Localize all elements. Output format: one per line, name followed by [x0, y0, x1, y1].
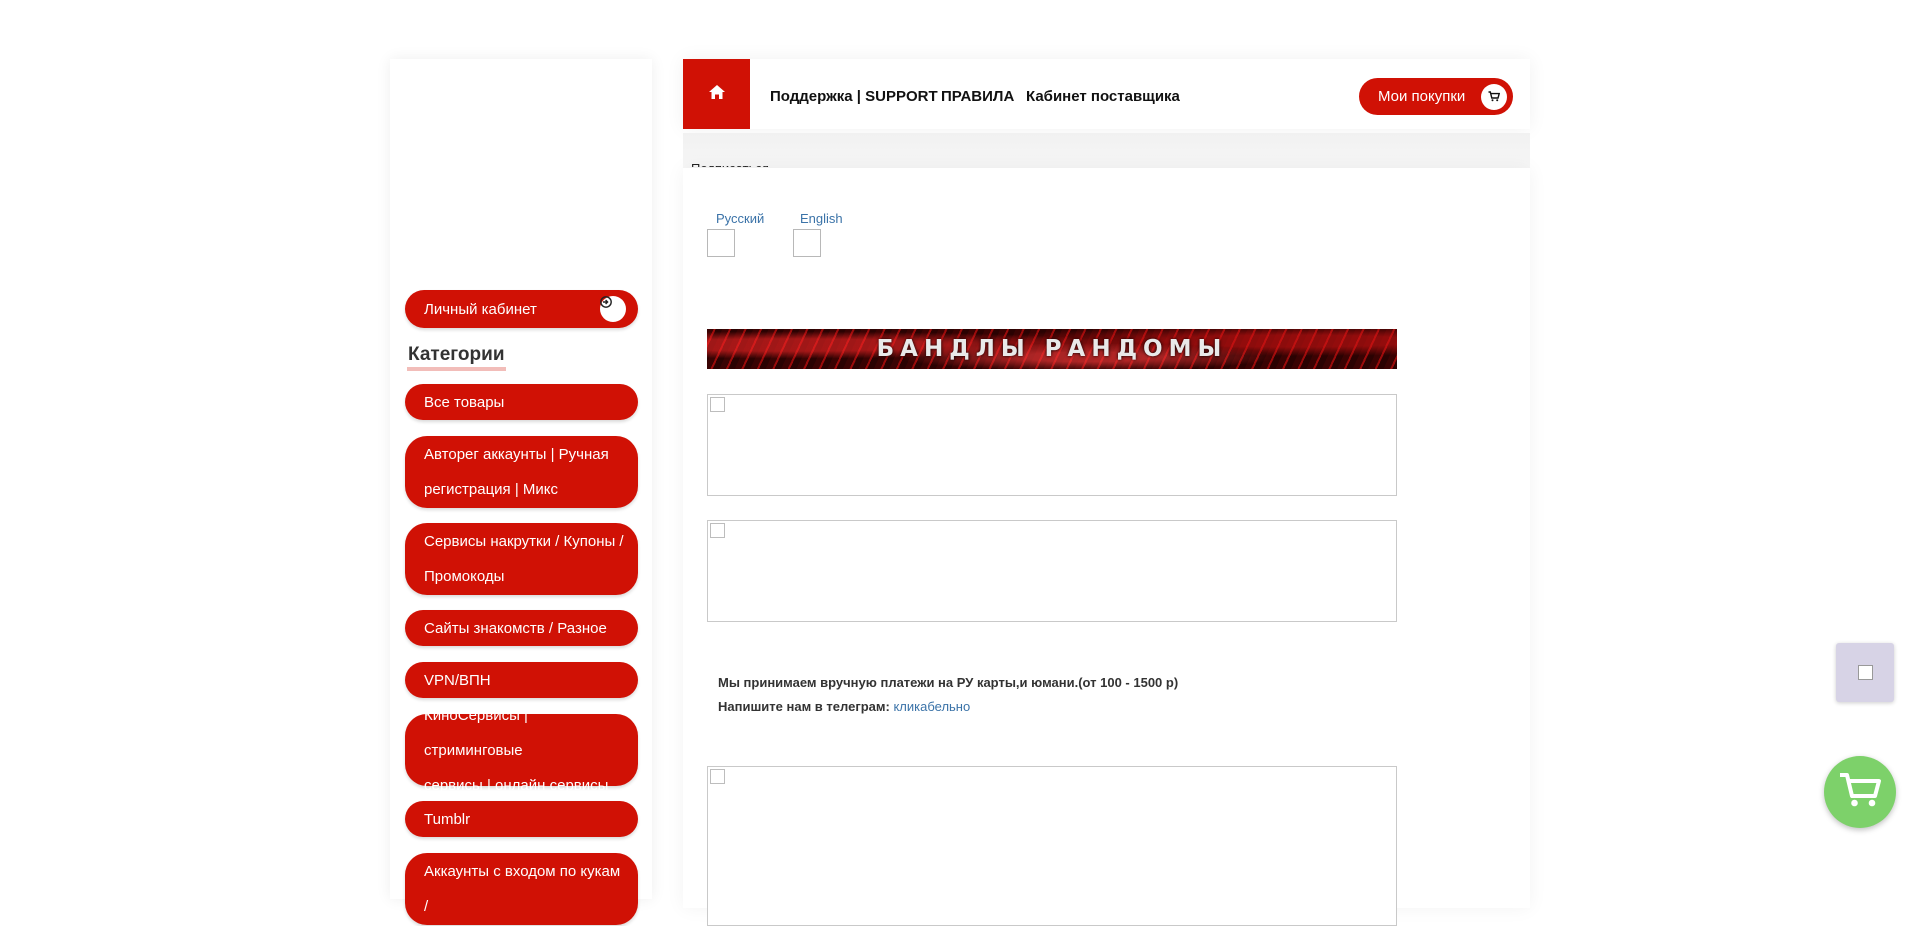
category-label: Tumblr	[424, 810, 471, 828]
category-dating-sites[interactable]: Сайты знакомств / Разное	[405, 610, 638, 646]
telegram-info-prefix: Напишите нам в телеграм:	[718, 699, 894, 714]
payment-info-text: Мы принимаем вручную платежи на РУ карты…	[718, 675, 1179, 690]
category-tumblr[interactable]: Tumblr	[405, 801, 638, 837]
personal-account-label: Личный кабинет	[424, 300, 537, 318]
category-label-line1: КиноСервисы | стриминговые	[424, 706, 528, 759]
broken-image-icon	[710, 523, 725, 538]
cart-icon	[1838, 771, 1882, 814]
category-label-line2: регистрация | Микс	[424, 481, 559, 498]
broken-image-icon	[710, 769, 725, 784]
category-label-line2: сервисы | онлайн сервисы	[424, 776, 609, 794]
banner-text: БАНДЛЫ РАНДОМЫ	[876, 336, 1228, 362]
home-icon	[708, 84, 726, 105]
category-all-products[interactable]: Все товары	[405, 384, 638, 420]
floating-cart-button[interactable]	[1824, 756, 1896, 828]
telegram-info: Напишите нам в телеграм: кликабельно	[718, 699, 970, 714]
subscribe-strip: Подписаться	[683, 133, 1530, 173]
banner-image: БАНДЛЫ РАНДОМЫ	[707, 329, 1397, 369]
top-navigation-bar: Поддержка | SUPPORT ПРАВИЛА Кабинет пост…	[683, 59, 1530, 129]
language-russian-link[interactable]: Русский	[716, 211, 764, 226]
category-label-line1: Сервисы накрутки / Купоны /	[424, 533, 624, 550]
login-icon	[600, 296, 626, 322]
broken-image-icon	[1857, 665, 1873, 680]
chat-widget-button[interactable]	[1836, 643, 1894, 702]
nav-support[interactable]: Поддержка | SUPPORT	[770, 88, 938, 105]
personal-account-button[interactable]: Личный кабинет	[405, 290, 638, 328]
category-label-line2: Промокоды	[424, 568, 505, 585]
promo-image-3	[707, 766, 1397, 926]
english-flag-broken-image-icon[interactable]	[793, 229, 821, 257]
cart-icon	[1481, 83, 1507, 110]
category-cookie-accounts[interactable]: Аккаунты с входом по кукам /	[405, 853, 638, 925]
home-button[interactable]	[683, 59, 750, 129]
main-content: Русский English БАНДЛЫ РАНДОМЫ Мы приним…	[683, 168, 1530, 926]
sidebar: Личный кабинет Категории Все товары Авто…	[390, 59, 652, 925]
promo-image-2	[707, 520, 1397, 622]
category-label-line1: Авторег аккаунты | Ручная	[424, 446, 609, 463]
category-label: VPN/ВПН	[424, 671, 491, 689]
telegram-link[interactable]: кликабельно	[893, 699, 970, 714]
category-vpn[interactable]: VPN/ВПН	[405, 662, 638, 698]
my-purchases-button[interactable]: Мои покупки	[1359, 78, 1513, 115]
category-label: Все товары	[424, 393, 505, 411]
nav-rules[interactable]: ПРАВИЛА	[941, 88, 1014, 105]
category-label-line1: Аккаунты с входом по кукам /	[424, 863, 621, 915]
category-boost-services[interactable]: Сервисы накрутки / Купоны / Промокоды	[405, 523, 638, 595]
language-english-link[interactable]: English	[800, 211, 843, 226]
categories-title: Категории	[407, 344, 506, 371]
nav-supplier-cabinet[interactable]: Кабинет поставщика	[1026, 88, 1180, 105]
category-autoreg-accounts[interactable]: Авторег аккаунты | Ручная регистрация | …	[405, 436, 638, 508]
category-cinema-services[interactable]: КиноСервисы | стриминговые сервисы | онл…	[405, 707, 638, 794]
promo-image-1	[707, 394, 1397, 496]
category-label: Сайты знакомств / Разное	[424, 619, 607, 637]
russian-flag-broken-image-icon[interactable]	[707, 229, 735, 257]
subscribe-strip-text: Подписаться	[691, 161, 769, 167]
broken-image-icon	[710, 397, 725, 412]
my-purchases-label: Мои покупки	[1378, 88, 1466, 105]
